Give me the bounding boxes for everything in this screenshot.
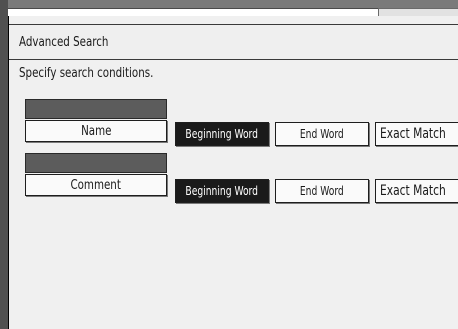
advanced-search-screen: Advanced Search Specify search condition…: [8, 16, 458, 329]
device-left-edge: [0, 0, 8, 329]
condition-name-field: Name: [25, 99, 167, 142]
device-top-bezel: [0, 0, 458, 17]
name-beginning-word-button[interactable]: Beginning Word: [175, 122, 269, 146]
comment-beginning-word-label: Beginning Word: [185, 184, 259, 198]
comment-field-label: Comment: [70, 177, 122, 193]
name-value-display: [25, 99, 167, 119]
name-exact-match-label: Exact Match: [380, 126, 446, 142]
title-bar: Advanced Search: [9, 24, 458, 60]
empty-content-area: [9, 216, 458, 329]
comment-field-button[interactable]: Comment: [25, 174, 167, 196]
name-end-word-label: End Word: [300, 127, 344, 141]
name-beginning-word-label: Beginning Word: [185, 127, 259, 141]
comment-end-word-label: End Word: [300, 184, 344, 198]
name-field-button[interactable]: Name: [25, 120, 167, 142]
comment-beginning-word-button[interactable]: Beginning Word: [175, 179, 269, 203]
condition-comment-field: Comment: [25, 153, 167, 196]
comment-exact-match-button[interactable]: Exact Match: [375, 179, 458, 203]
name-exact-match-button[interactable]: Exact Match: [375, 122, 458, 146]
name-end-word-button[interactable]: End Word: [275, 122, 369, 146]
instruction-text: Specify search conditions.: [19, 66, 154, 81]
comment-end-word-button[interactable]: End Word: [275, 179, 369, 203]
comment-exact-match-label: Exact Match: [380, 183, 446, 199]
page-title: Advanced Search: [19, 35, 109, 50]
name-field-label: Name: [80, 123, 112, 139]
comment-value-display: [25, 153, 167, 173]
